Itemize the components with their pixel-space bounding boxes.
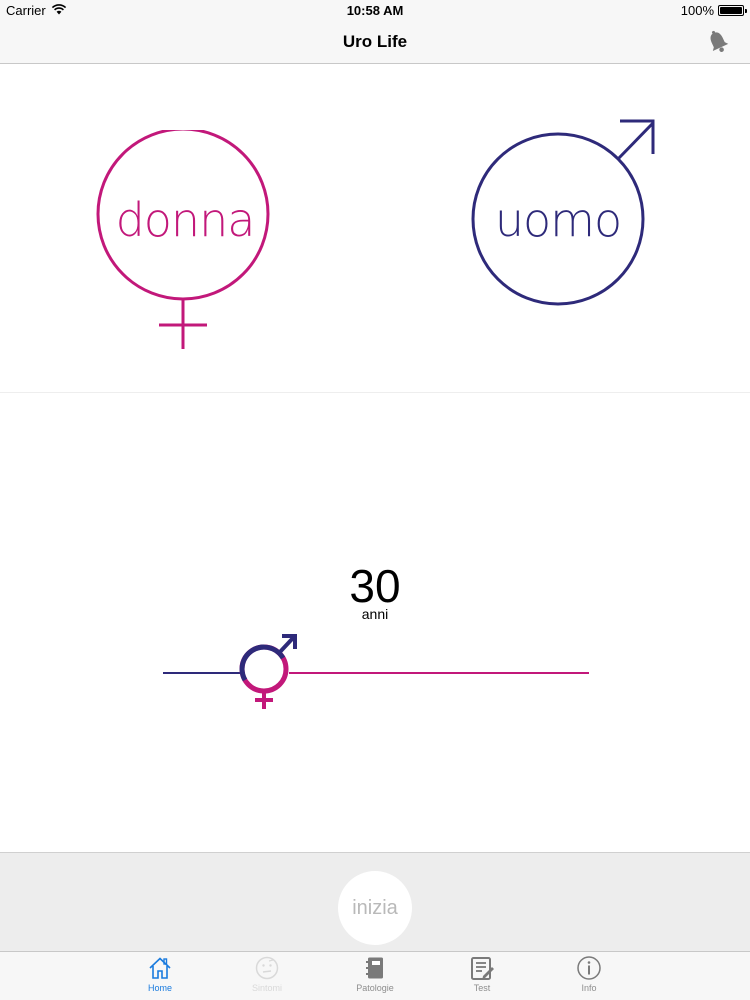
age-unit: anni [361,606,389,622]
thinking-face-icon [255,956,279,980]
male-label: uomo [494,193,622,247]
age-value: 30 [349,560,401,612]
female-label: donna [115,193,256,247]
tab-test-label: Test [473,983,491,993]
info-icon [577,956,601,980]
tab-sintomi[interactable]: Sintomi [227,955,307,999]
tab-patologie[interactable]: Patologie [335,955,415,999]
gender-selection: donna uomo [0,64,750,393]
page-title: Uro Life [342,32,408,51]
tab-info[interactable]: Info [549,955,629,999]
battery-icon [718,5,747,16]
navigation-bar: Uro Life [0,22,750,64]
notebook-icon [366,957,383,979]
app-screen: Carrier 10:58 AM 100% Uro Life donna uom… [0,0,750,1000]
home-icon [149,957,171,979]
slider-thumb-gender-icon[interactable] [238,631,300,711]
battery-percent: 100% [680,3,714,18]
female-option[interactable]: donna [95,130,275,352]
status-bar: Carrier 10:58 AM 100% [0,0,750,22]
tab-patologie-label: Patologie [356,983,394,993]
battery-fill [720,7,742,14]
tab-home-label: Home [147,983,172,993]
start-area: inizia [0,852,750,952]
checklist-icon [471,957,494,980]
start-button[interactable]: inizia [338,871,412,945]
tab-test[interactable]: Test [442,955,522,999]
status-time: 10:58 AM [346,3,404,18]
status-right: 100% [680,3,747,18]
male-option[interactable]: uomo [468,118,658,310]
age-selection: 30 anni [0,393,750,852]
age-slider[interactable] [163,631,589,711]
battery-tip [745,9,747,13]
tab-home[interactable]: Home [120,955,200,999]
tab-info-label: Info [581,983,597,993]
tab-bar: Home Sintomi Patologie Test Info [0,951,750,1000]
tab-sintomi-label: Sintomi [251,983,282,993]
bell-icon[interactable] [704,28,732,56]
slider-track-female[interactable] [289,672,589,674]
slider-track-male[interactable] [163,672,246,674]
